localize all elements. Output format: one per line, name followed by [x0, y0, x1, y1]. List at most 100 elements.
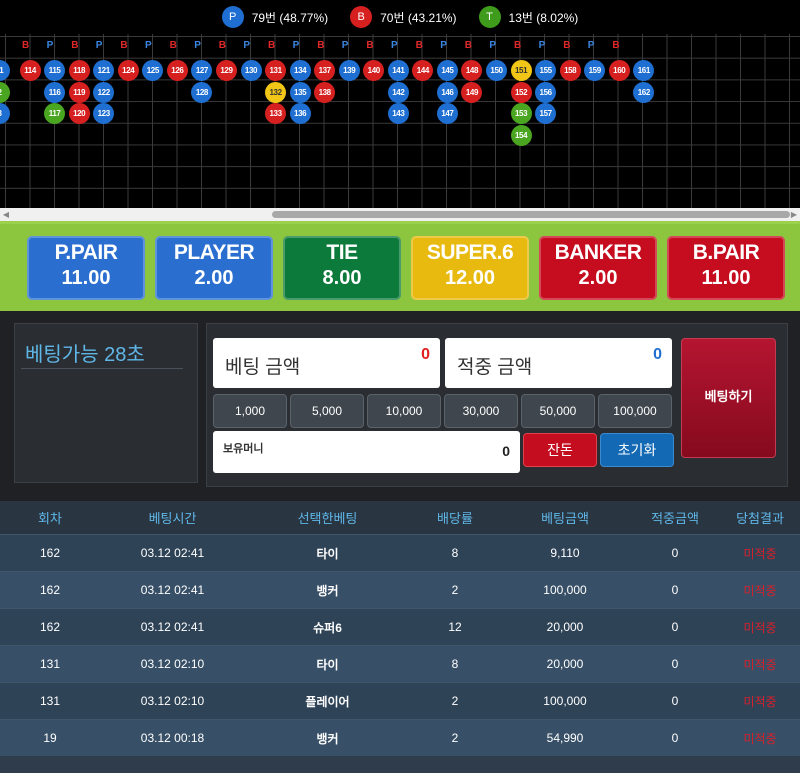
bet-option-odds: 2.00 [194, 267, 234, 289]
road-scoreboard: B P B P B P B P B P B P B P B P B P B P B P B P B 1123 11411511611… [0, 34, 800, 208]
bet-option-name: P.PAIR [54, 241, 118, 264]
table-cell: 2 [451, 694, 459, 708]
amount-chip-button[interactable]: 5,000 [290, 394, 364, 428]
table-cell: 03.12 02:10 [140, 694, 205, 708]
road-result-chip: 136 [289, 103, 311, 125]
amount-chip-button[interactable]: 1,000 [213, 394, 287, 428]
table-cell: 미적중 [743, 657, 777, 672]
road-result-chip: 152 [510, 81, 532, 103]
table-cell: 플레이어 [305, 694, 350, 709]
bet-history-table: 회차 베팅시간 선택한베팅 배당률 베팅금액 적중금액 당첨결과 162 03.12 02:41… [0, 501, 800, 773]
table-header-row: 회차 베팅시간 선택한베팅 배당률 베팅금액 적중금액 당첨결과 [0, 501, 800, 534]
road-result-chip: 160 [608, 60, 630, 81]
bet-option-b-pair[interactable]: B.PAIR 11.00 [667, 236, 785, 300]
win-amount-value: 0 [653, 346, 662, 363]
road-result-chip: 118 [68, 60, 90, 81]
scroll-right-icon[interactable]: ▶ [788, 208, 800, 221]
bet-option-name: SUPER.6 [426, 241, 514, 264]
road-result-chip: 143 [387, 103, 409, 125]
table-cell: 0 [671, 583, 679, 597]
road-result-chip: 121 [93, 60, 115, 81]
scroll-thumb[interactable] [272, 211, 790, 218]
bet-amount-field[interactable]: 베팅 금액 0 [213, 338, 440, 388]
result-summary: P 79번 (48.77%) B 70번 (43.21%) T 13번 (8.02%) [0, 0, 800, 34]
table-cell: 19 [43, 731, 57, 745]
table-cell: 8 [451, 546, 459, 560]
bet-option-tie[interactable]: TIE 8.00 [283, 236, 401, 300]
road-result-chip: 130 [240, 60, 262, 81]
amount-chip-button[interactable]: 100,000 [598, 394, 672, 428]
road-header-label: B [71, 40, 79, 51]
road-result-chip: 155 [535, 60, 557, 81]
road-result-chip: 154 [510, 125, 532, 147]
balance-label: 보유머니 [223, 443, 264, 455]
bet-option-odds: 2.00 [578, 267, 618, 289]
table-header-cell: 배당률 [437, 511, 473, 526]
table-cell: 타이 [316, 657, 339, 672]
summary-dot: T [478, 6, 501, 28]
amount-chip-button[interactable]: 10,000 [367, 394, 441, 428]
table-row: 162 03.12 02:41 타이 8 9,110 0 미적중 [0, 534, 800, 571]
road-header-label: P [538, 40, 546, 51]
reset-button[interactable]: 초기화 [600, 433, 674, 467]
road-result-chip: 11 [0, 60, 10, 81]
road-header-label: B [218, 40, 227, 51]
balance-value: 0 [502, 443, 510, 459]
road-header-label: B [169, 40, 177, 51]
road-result-chip: 122 [93, 81, 115, 103]
road-scrollbar[interactable]: ◀ ▶ [0, 208, 800, 221]
road-result-chip: 162 [633, 81, 655, 103]
table-cell: 131 [39, 694, 61, 708]
table-row: 162 03.12 02:41 슈퍼6 12 20,000 0 미적중 [0, 608, 800, 645]
road-result-chip: 150 [486, 60, 507, 81]
table-header-cell: 당첨결과 [736, 511, 784, 526]
table-cell: 슈퍼6 [313, 620, 342, 635]
remain-button[interactable]: 잔돈 [523, 433, 597, 467]
road-result-chip: 134 [289, 60, 311, 81]
table-cell: 2 [451, 583, 459, 597]
road-header-label: P [489, 40, 497, 51]
bet-option-banker[interactable]: BANKER 2.00 [539, 236, 657, 300]
amount-chip-button[interactable]: 50,000 [521, 394, 595, 428]
place-bet-button[interactable]: 베팅하기 [681, 338, 776, 458]
bet-option-super-6[interactable]: SUPER.6 12.00 [411, 236, 529, 300]
road-result-chip: 132 [265, 81, 287, 103]
road-result-chip: 119 [68, 81, 90, 103]
road-result-chip: 135 [289, 81, 311, 103]
bet-option-name: BANKER [554, 241, 642, 264]
road-result-chip: 146 [436, 81, 458, 103]
road-result-chip: 114 [19, 60, 41, 81]
table-header-cell: 선택한베팅 [297, 511, 358, 526]
table-row: 131 03.12 02:10 타이 8 20,000 0 미적중 [0, 645, 800, 682]
bet-control-area: 베팅가능 28초 베팅 금액 0 적중 금액 0 1,000 5,000 10,00… [0, 311, 800, 501]
table-cell: 162 [39, 620, 61, 634]
table-cell: 0 [671, 620, 679, 634]
road-result-chip: 148 [461, 60, 483, 81]
road-result-chip: 115 [44, 60, 66, 81]
scroll-left-icon[interactable]: ◀ [0, 208, 12, 221]
road-result-chip: 161 [633, 60, 655, 81]
table-cell: 8 [451, 657, 459, 671]
table-cell: 미적중 [743, 694, 777, 709]
win-amount-field[interactable]: 적중 금액 0 [445, 338, 672, 388]
table-cell: 03.12 02:41 [140, 583, 205, 597]
road-result-chip: 128 [191, 81, 213, 103]
bet-option-p-pair[interactable]: P.PAIR 11.00 [27, 236, 145, 300]
timer-divider [21, 368, 183, 369]
road-header-label: B [415, 40, 423, 51]
road-header-label: P [587, 40, 595, 51]
road-header-label: P [391, 40, 398, 51]
table-cell: 뱅커 [316, 731, 339, 746]
amount-chip-button[interactable]: 30,000 [444, 394, 518, 428]
road-header-label: B [317, 40, 325, 51]
bet-option-name: PLAYER [173, 241, 255, 264]
road-result-chip: 151 [510, 60, 532, 81]
road-result-chip: 139 [338, 60, 360, 81]
table-cell: 03.12 02:10 [140, 657, 205, 671]
betting-timer-text: 베팅가능 28초 [25, 344, 145, 366]
road-result-chip: 127 [191, 60, 213, 81]
table-cell: 타이 [316, 546, 339, 561]
road-header-label: P [292, 40, 300, 51]
bet-option-player[interactable]: PLAYER 2.00 [155, 236, 273, 300]
road-result-chip: 117 [44, 103, 66, 125]
